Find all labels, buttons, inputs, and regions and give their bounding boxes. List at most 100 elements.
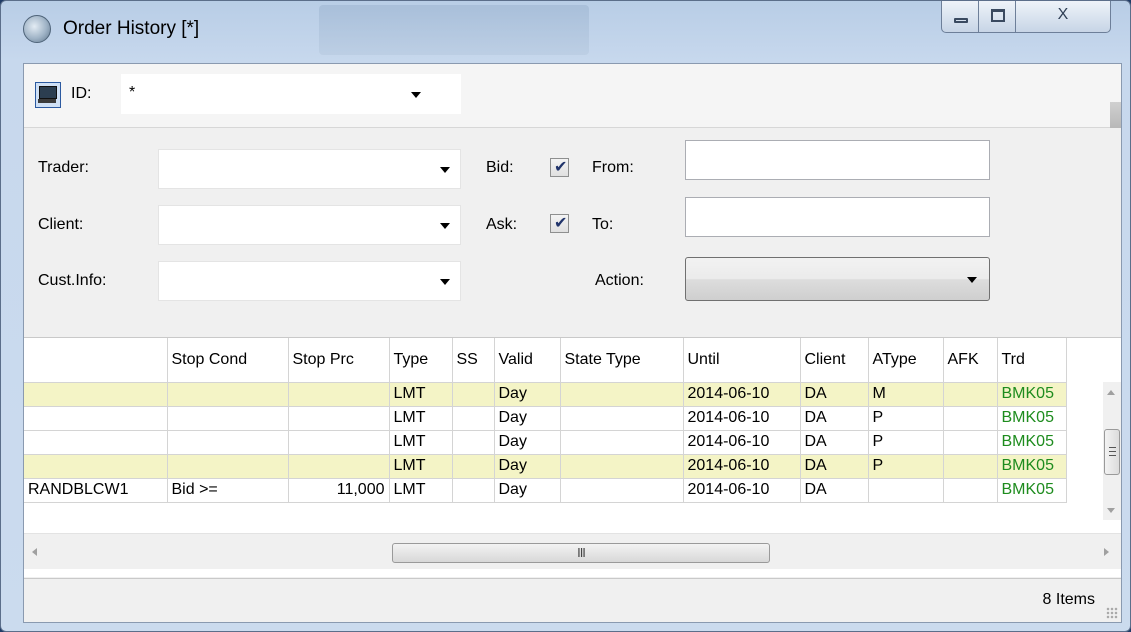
trader-label: Trader:: [38, 159, 89, 176]
table-cell: LMT: [389, 430, 453, 455]
bid-checkbox[interactable]: ✔: [550, 158, 569, 177]
vertical-scrollbar[interactable]: [1103, 382, 1121, 520]
table-cell: LMT: [389, 478, 453, 503]
table-cell: [560, 382, 684, 407]
app-globe-icon: [23, 15, 51, 43]
table-cell: [452, 382, 495, 407]
chevron-down-icon: [440, 167, 450, 173]
table-cell: LMT: [389, 382, 453, 407]
table-cell: [452, 454, 495, 479]
horizontal-scrollbar[interactable]: III: [24, 533, 1121, 569]
status-bar: 8 Items: [24, 578, 1121, 622]
table-row[interactable]: LMT Day 2014-06-10 DA P BMK05: [24, 454, 1067, 479]
resize-grip-icon[interactable]: [1106, 607, 1118, 619]
table-cell: [167, 454, 289, 479]
column-header[interactable]: SS: [452, 338, 495, 383]
table-cell: P: [868, 454, 944, 479]
window-title: Order History [*]: [63, 18, 200, 39]
table-cell: [560, 406, 684, 431]
to-input[interactable]: [685, 197, 990, 237]
table-cell: [943, 406, 998, 431]
computer-icon[interactable]: [35, 82, 61, 108]
column-header[interactable]: Type: [389, 338, 453, 383]
table-cell: 2014-06-10: [683, 430, 801, 455]
table-cell: 2014-06-10: [683, 454, 801, 479]
column-header[interactable]: [24, 338, 168, 383]
column-header[interactable]: Stop Prc: [288, 338, 390, 383]
column-header[interactable]: State Type: [560, 338, 684, 383]
id-value: *: [129, 84, 136, 101]
chevron-down-icon: [440, 279, 450, 285]
client-combo[interactable]: [158, 205, 461, 245]
table-cell: 2014-06-10: [683, 382, 801, 407]
scroll-up-icon[interactable]: [1107, 390, 1115, 395]
from-input[interactable]: [685, 140, 990, 180]
order-history-window: Order History [*] X ID: * Trader: Client…: [0, 0, 1131, 632]
table-cell: DA: [800, 430, 869, 455]
column-header[interactable]: Client: [800, 338, 869, 383]
table-row[interactable]: LMT Day 2014-06-10 DA M BMK05: [24, 382, 1067, 407]
maximize-icon: [991, 9, 1005, 22]
table-header-row: Stop Cond Stop Prc Type SS Valid State Type Un…: [24, 338, 1067, 383]
table-cell: BMK05: [997, 406, 1067, 431]
table-cell: [452, 430, 495, 455]
orders-table: Stop Cond Stop Prc Type SS Valid State Type Un…: [24, 338, 1067, 503]
table-cell: [288, 406, 390, 431]
scroll-right-icon[interactable]: [1104, 548, 1109, 556]
table-cell: M: [868, 382, 944, 407]
from-label: From:: [592, 159, 634, 176]
table-row[interactable]: LMT Day 2014-06-10 DA P BMK05: [24, 406, 1067, 431]
chevron-down-icon: [967, 277, 977, 283]
column-header[interactable]: Until: [683, 338, 801, 383]
id-toolbar: ID: *: [24, 64, 1121, 128]
table-cell: BMK05: [997, 382, 1067, 407]
action-label: Action:: [595, 272, 644, 289]
scroll-left-icon[interactable]: [32, 548, 37, 556]
bid-label: Bid:: [486, 159, 514, 176]
chevron-down-icon: [411, 92, 421, 98]
toolbar-overflow-grip[interactable]: [1110, 102, 1121, 128]
ask-label: Ask:: [486, 216, 518, 233]
table-cell: [452, 406, 495, 431]
chevron-down-icon: [440, 223, 450, 229]
ask-checkbox[interactable]: ✔: [550, 214, 569, 233]
id-combo[interactable]: *: [121, 74, 461, 114]
scroll-down-icon[interactable]: [1107, 508, 1115, 513]
background-workspaces-tab: [319, 5, 589, 55]
to-label: To:: [592, 216, 614, 233]
action-combo[interactable]: [685, 257, 990, 301]
client-label: Client:: [38, 216, 84, 233]
table-row[interactable]: LMT Day 2014-06-10 DA P BMK05: [24, 430, 1067, 455]
table-cell: [943, 382, 998, 407]
table-cell: Day: [494, 382, 561, 407]
minimize-button[interactable]: [941, 1, 979, 33]
table-cell: [943, 454, 998, 479]
table-cell: Day: [494, 478, 561, 503]
table-cell: [943, 430, 998, 455]
column-header[interactable]: Trd: [997, 338, 1067, 383]
table-cell: [868, 478, 944, 503]
table-cell: LMT: [389, 454, 453, 479]
column-header[interactable]: AType: [868, 338, 944, 383]
table-cell: Bid >=: [167, 478, 289, 503]
cust-info-combo[interactable]: [158, 261, 461, 301]
title-bar[interactable]: Order History [*] X: [1, 1, 1130, 63]
column-header[interactable]: AFK: [943, 338, 998, 383]
table-cell: [452, 478, 495, 503]
table-cell: [288, 454, 390, 479]
table-cell: [943, 478, 998, 503]
minimize-icon: [954, 18, 968, 23]
horizontal-scroll-thumb[interactable]: III: [392, 543, 770, 563]
column-header[interactable]: Valid: [494, 338, 561, 383]
column-header[interactable]: Stop Cond: [167, 338, 289, 383]
table-cell: [560, 430, 684, 455]
table-cell: DA: [800, 406, 869, 431]
table-row[interactable]: RANDBLCW1 Bid >= 11,000 LMT Day 2014-06-10 DA B…: [24, 478, 1067, 503]
table-cell: [167, 406, 289, 431]
vertical-scroll-thumb[interactable]: [1104, 429, 1120, 475]
trader-combo[interactable]: [158, 149, 461, 189]
close-button[interactable]: X: [1015, 1, 1111, 33]
maximize-button[interactable]: [978, 1, 1016, 33]
close-icon: X: [1057, 6, 1069, 23]
table-cell: LMT: [389, 406, 453, 431]
